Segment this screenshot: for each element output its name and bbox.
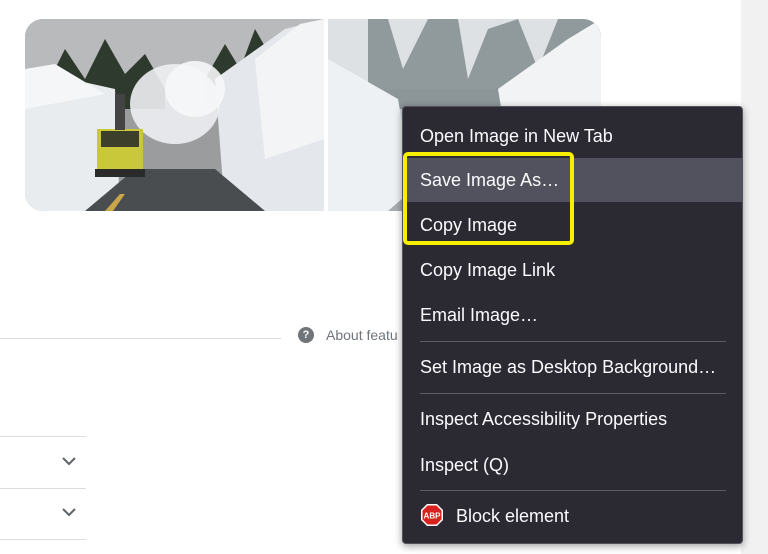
about-text: About featu — [326, 327, 398, 343]
about-featured-snippets[interactable]: ? About featu — [298, 327, 398, 343]
image-result-snow-blower[interactable] — [25, 19, 324, 211]
help-icon: ? — [298, 327, 314, 343]
highlight-annotation — [403, 152, 574, 245]
menu-inspect-accessibility[interactable]: Inspect Accessibility Properties — [403, 397, 742, 441]
section-divider — [0, 338, 281, 339]
menu-separator — [420, 341, 726, 342]
menu-set-desktop-background[interactable]: Set Image as Desktop Background… — [403, 345, 742, 389]
related-question-1[interactable] — [0, 436, 86, 489]
related-question-2[interactable] — [0, 488, 86, 540]
menu-email-image[interactable]: Email Image… — [403, 293, 742, 337]
scrollbar-track[interactable] — [741, 0, 768, 554]
menu-block-element[interactable]: ABP Block element — [403, 494, 742, 538]
menu-block-element-label: Block element — [456, 506, 570, 526]
menu-inspect[interactable]: Inspect (Q) — [403, 443, 742, 487]
chevron-down-icon — [62, 508, 76, 517]
abp-icon: ABP — [421, 504, 443, 527]
chevron-down-icon — [62, 457, 76, 466]
svg-text:ABP: ABP — [424, 512, 442, 521]
menu-separator — [420, 490, 726, 491]
menu-separator — [420, 393, 726, 394]
menu-copy-image-link[interactable]: Copy Image Link — [403, 248, 742, 292]
